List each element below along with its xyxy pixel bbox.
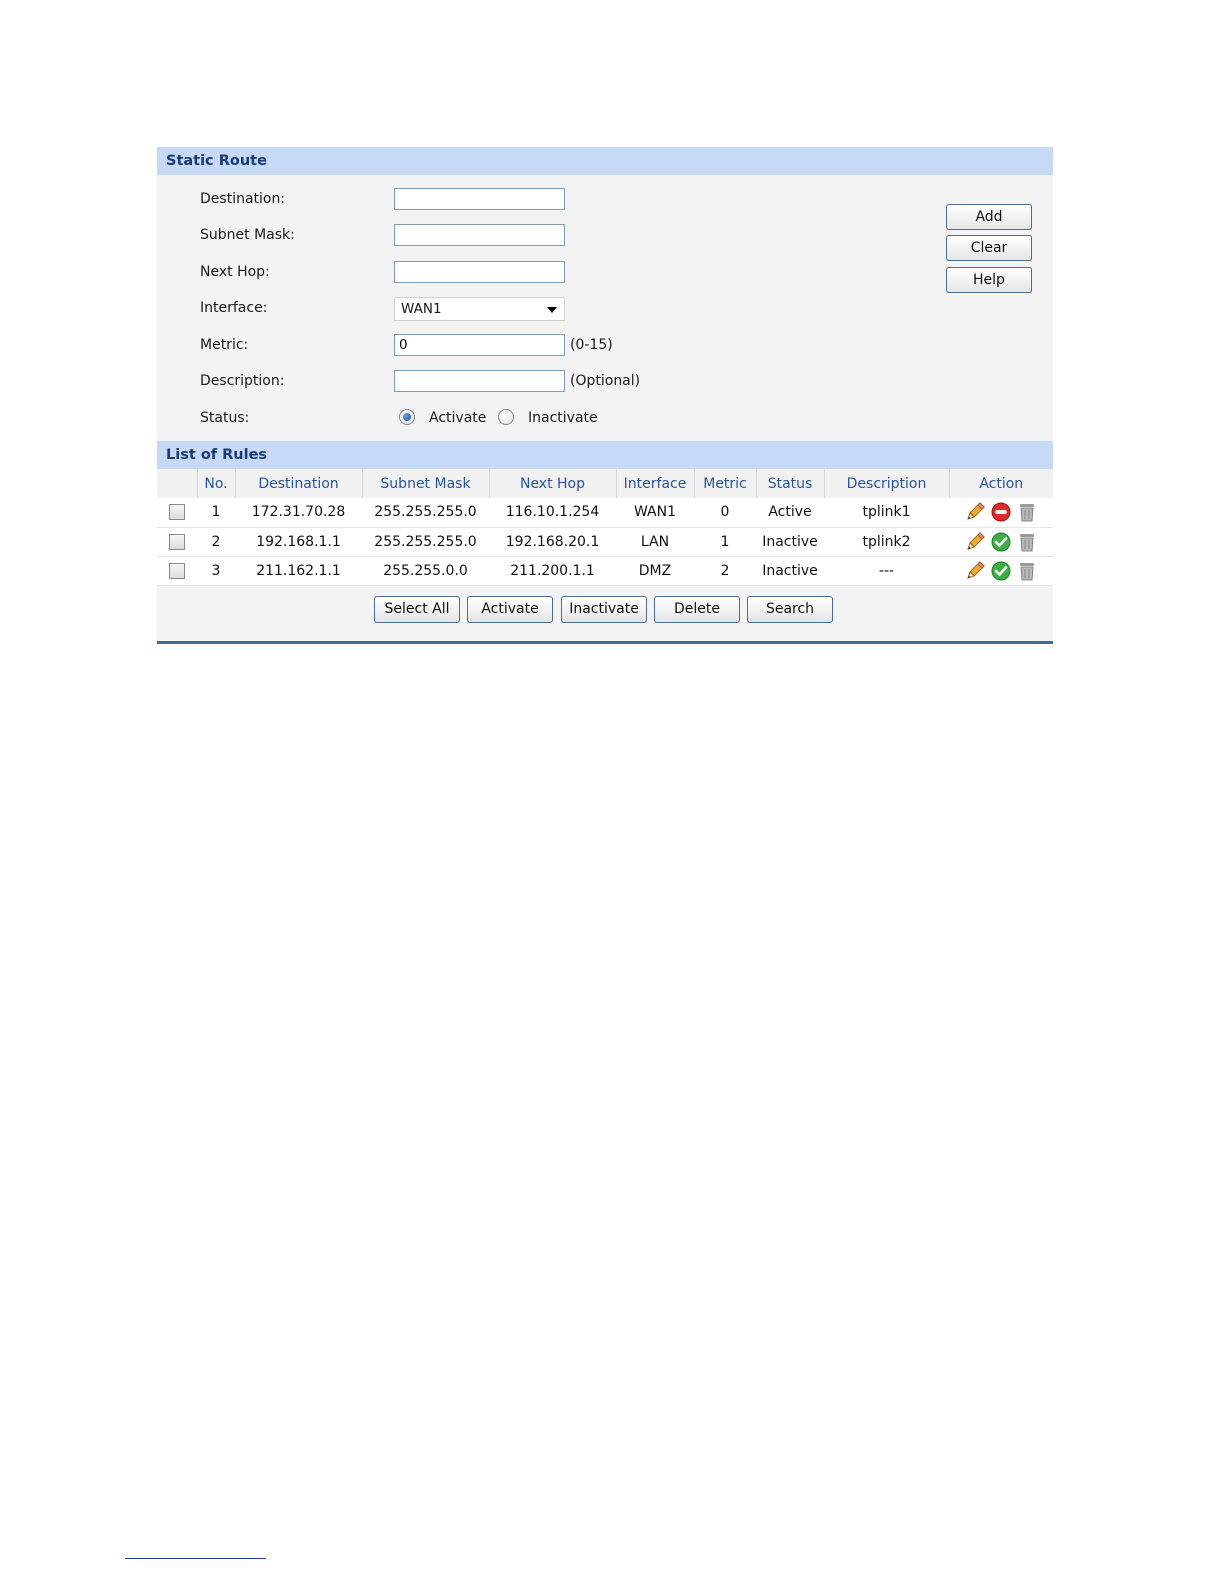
rule-next-hop-cell: 211.200.1.1 <box>489 556 616 586</box>
edit-icon[interactable] <box>964 501 986 523</box>
interface-row: Interface: WAN1 <box>157 297 937 321</box>
rule-destination-cell: 172.31.70.28 <box>235 498 362 528</box>
table-row: 1 172.31.70.28 255.255.255.0 116.10.1.254 WA… <box>157 498 1053 528</box>
static-route-panel: Static Route Destination: Subnet Mask: N… <box>157 147 1053 644</box>
rule-description-cell: tplink1 <box>824 498 949 528</box>
rule-description-cell: --- <box>824 556 949 586</box>
rule-metric-cell: 0 <box>694 498 756 528</box>
interface-selected-value: WAN1 <box>401 301 442 317</box>
col-interface: Interface <box>616 469 695 498</box>
interface-select[interactable]: WAN1 <box>394 297 565 321</box>
rules-header: List of Rules <box>157 441 1053 469</box>
delete-button[interactable]: Delete <box>654 596 740 623</box>
col-subnet-mask: Subnet Mask <box>362 469 490 498</box>
rule-destination-cell: 211.162.1.1 <box>235 556 362 586</box>
status-inactivate-label: Inactivate <box>528 410 598 426</box>
activate-icon[interactable] <box>990 560 1012 582</box>
destination-row: Destination: <box>157 188 937 212</box>
rule-action-cell <box>949 527 1053 557</box>
rules-table: No. Destination Subnet Mask Next Hop Int… <box>157 469 1053 586</box>
description-input[interactable] <box>394 370 565 392</box>
rule-destination-cell: 192.168.1.1 <box>235 527 362 557</box>
status-label: Status: <box>200 410 250 426</box>
help-button[interactable]: Help <box>946 267 1032 293</box>
interface-label: Interface: <box>200 300 268 316</box>
row-checkbox[interactable] <box>169 504 185 521</box>
row-select-cell <box>157 527 197 557</box>
col-select <box>157 469 198 498</box>
delete-icon[interactable] <box>1016 560 1038 582</box>
subnet-mask-label: Subnet Mask: <box>200 227 295 243</box>
status-activate-label: Activate <box>429 410 487 426</box>
rule-action-cell <box>949 498 1053 528</box>
inactivate-button[interactable]: Inactivate <box>561 596 647 623</box>
clear-button[interactable]: Clear <box>946 235 1032 261</box>
row-select-cell <box>157 556 197 586</box>
activate-button[interactable]: Activate <box>467 596 553 623</box>
description-hint: (Optional) <box>570 373 641 389</box>
chevron-down-icon <box>547 307 557 313</box>
rule-metric-cell: 2 <box>694 556 756 586</box>
deactivate-icon[interactable] <box>990 501 1012 523</box>
rule-subnet-mask-cell: 255.255.255.0 <box>362 498 489 528</box>
status-row: Status: Activate Inactivate <box>157 407 937 431</box>
status-activate-radio[interactable] <box>399 409 415 425</box>
rule-subnet-mask-cell: 255.255.0.0 <box>362 556 489 586</box>
rule-action-cell <box>949 556 1053 586</box>
rule-status-cell: Inactive <box>756 527 824 557</box>
col-metric: Metric <box>694 469 757 498</box>
rule-status-cell: Active <box>756 498 824 528</box>
col-next-hop: Next Hop <box>489 469 617 498</box>
metric-label: Metric: <box>200 337 249 353</box>
row-select-cell <box>157 498 197 528</box>
rules-header-row: No. Destination Subnet Mask Next Hop Int… <box>157 469 1053 498</box>
rule-metric-cell: 1 <box>694 527 756 557</box>
static-route-header: Static Route <box>157 147 1053 175</box>
row-checkbox[interactable] <box>169 562 185 579</box>
delete-icon[interactable] <box>1016 501 1038 523</box>
col-destination: Destination <box>235 469 363 498</box>
rule-interface-cell: LAN <box>616 527 694 557</box>
edit-icon[interactable] <box>964 560 986 582</box>
destination-input[interactable] <box>394 188 565 210</box>
description-row: Description: (Optional) <box>157 370 937 394</box>
description-label: Description: <box>200 373 285 389</box>
destination-label: Destination: <box>200 191 286 207</box>
next-hop-input[interactable] <box>394 261 565 283</box>
col-no: No. <box>197 469 236 498</box>
select-all-button[interactable]: Select All <box>374 596 460 623</box>
metric-input[interactable] <box>394 334 565 356</box>
rule-interface-cell: WAN1 <box>616 498 694 528</box>
rule-interface-cell: DMZ <box>616 556 694 586</box>
table-actions: Select All Activate Inactivate Delete Se… <box>157 596 1053 624</box>
col-status: Status <box>756 469 825 498</box>
rule-subnet-mask-cell: 255.255.255.0 <box>362 527 489 557</box>
rule-no-cell: 3 <box>197 556 235 586</box>
col-action: Action <box>949 469 1053 498</box>
footnote-separator <box>125 1558 266 1559</box>
rule-description-cell: tplink2 <box>824 527 949 557</box>
col-description: Description <box>824 469 950 498</box>
search-button[interactable]: Search <box>747 596 833 623</box>
activate-icon[interactable] <box>990 531 1012 553</box>
rule-next-hop-cell: 116.10.1.254 <box>489 498 616 528</box>
rule-no-cell: 1 <box>197 498 235 528</box>
subnet-mask-input[interactable] <box>394 224 565 246</box>
next-hop-label: Next Hop: <box>200 264 270 280</box>
add-button[interactable]: Add <box>946 204 1032 230</box>
edit-icon[interactable] <box>964 531 986 553</box>
row-checkbox[interactable] <box>169 533 185 550</box>
rule-no-cell: 2 <box>197 527 235 557</box>
rule-status-cell: Inactive <box>756 556 824 586</box>
status-inactivate-radio[interactable] <box>498 409 514 425</box>
metric-hint: (0-15) <box>570 337 613 353</box>
rule-next-hop-cell: 192.168.20.1 <box>489 527 616 557</box>
metric-row: Metric: (0-15) <box>157 334 937 358</box>
delete-icon[interactable] <box>1016 531 1038 553</box>
table-row: 3 211.162.1.1 255.255.0.0 211.200.1.1 DMZ 2 In… <box>157 556 1053 586</box>
subnet-mask-row: Subnet Mask: <box>157 224 937 248</box>
next-hop-row: Next Hop: <box>157 261 937 285</box>
table-row: 2 192.168.1.1 255.255.255.0 192.168.20.1 LAN… <box>157 527 1053 557</box>
